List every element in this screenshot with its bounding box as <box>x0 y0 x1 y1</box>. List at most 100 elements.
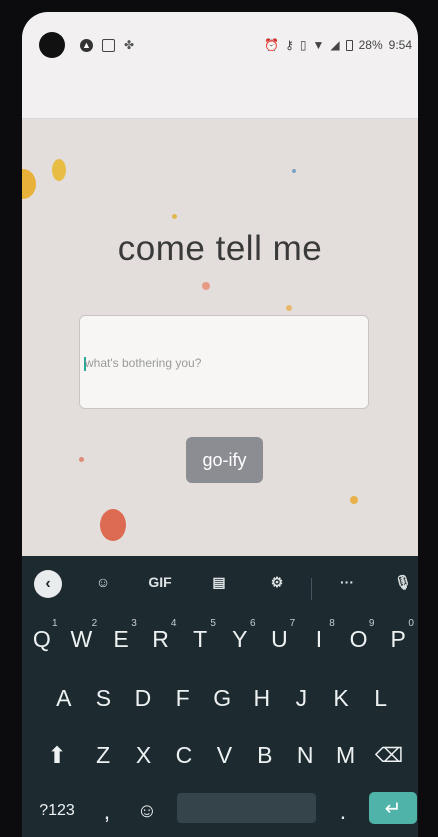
paint-splatter <box>79 457 84 462</box>
front-camera <box>39 32 65 58</box>
key-label: T <box>193 625 208 652</box>
go-ify-button[interactable]: go-ify <box>186 437 263 483</box>
key-x[interactable]: X <box>123 730 163 780</box>
space-key[interactable] <box>177 793 316 823</box>
key-label: R <box>152 625 169 652</box>
key-f[interactable]: F <box>163 673 203 723</box>
key-r[interactable]: R4 <box>141 614 181 664</box>
symbols-key[interactable]: ?123 <box>32 786 82 836</box>
gear-icon[interactable]: ⚙ <box>262 564 292 600</box>
key-z[interactable]: Z <box>83 730 123 780</box>
fan-icon: ✤ <box>124 38 135 52</box>
key-label: P <box>390 625 406 652</box>
key-p[interactable]: P0 <box>378 614 418 664</box>
key-j[interactable]: J <box>282 673 322 723</box>
sticker-icon[interactable]: ☺ <box>88 564 118 600</box>
system-icons: ⏰ ⚷ ▯ ▼ ◢ 28% 9:54 <box>264 38 412 52</box>
key-v[interactable]: V <box>204 730 244 780</box>
shift-key[interactable]: ⬆ <box>37 730 77 780</box>
mic-icon[interactable]: 🎙 <box>388 564 418 600</box>
key-s[interactable]: S <box>84 673 124 723</box>
bother-input[interactable]: what's bothering you? <box>79 315 369 409</box>
keyboard-toolbar: ‹ ☺ GIF ▤ ⚙ ··· 🎙 <box>22 564 418 600</box>
key-row-3: ⬆ ⌫ ZXCVBNM <box>22 730 418 780</box>
paint-splatter <box>172 214 177 219</box>
key-label: Y <box>232 625 248 652</box>
paint-splatter <box>286 305 292 311</box>
toolbar-divider <box>311 578 312 600</box>
key-g[interactable]: G <box>202 673 242 723</box>
paint-splatter <box>350 496 358 504</box>
key-row-4: ?123 , ☺ . ↵ <box>22 786 418 836</box>
key-hint-number: 9 <box>368 618 375 629</box>
key-d[interactable]: D <box>123 673 163 723</box>
paint-splatter <box>52 159 66 181</box>
key-u[interactable]: U7 <box>260 614 300 664</box>
key-t[interactable]: T5 <box>180 614 220 664</box>
clock: 9:54 <box>388 38 412 52</box>
battery-percent: 28% <box>358 38 383 52</box>
key-label: O <box>349 625 368 652</box>
phone-screen: ▲ ✤ ⏰ ⚷ ▯ ▼ ◢ 28% 9:54 come tell me what… <box>22 12 418 837</box>
alarm-icon: ⏰ <box>264 38 280 52</box>
key-b[interactable]: B <box>245 730 285 780</box>
battery-icon <box>345 39 353 51</box>
gif-button[interactable]: GIF <box>142 564 178 600</box>
key-hint-number: 8 <box>329 618 335 629</box>
key-a[interactable]: A <box>44 673 84 723</box>
key-hint-number: 5 <box>210 618 216 629</box>
key-hint-number: 6 <box>250 618 256 629</box>
key-q[interactable]: Q1 <box>22 614 62 664</box>
key-label: I <box>315 625 323 652</box>
key-hint-number: 7 <box>289 618 296 629</box>
input-placeholder: what's bothering you? <box>85 356 202 370</box>
status-bar: ▲ ✤ ⏰ ⚷ ▯ ▼ ◢ 28% 9:54 <box>22 12 418 88</box>
key-w[interactable]: W2 <box>62 614 102 664</box>
key-label: U <box>271 625 288 652</box>
key-label: Q <box>32 625 51 652</box>
more-icon[interactable]: ··· <box>330 564 364 600</box>
key-y[interactable]: Y6 <box>220 614 260 664</box>
key-label: W <box>70 625 93 652</box>
key-c[interactable]: C <box>164 730 204 780</box>
comma-key[interactable]: , <box>92 786 122 836</box>
wifi-icon: ▼ <box>312 38 325 52</box>
notification-icons: ▲ ✤ <box>80 39 137 52</box>
key-hint-number: 4 <box>170 618 177 629</box>
enter-key[interactable]: ↵ <box>369 792 417 824</box>
period-key[interactable]: . <box>326 786 360 836</box>
keyboard-back-button[interactable]: ‹ <box>32 564 64 600</box>
emoji-key[interactable]: ☺ <box>132 786 162 836</box>
keyboard: ‹ ☺ GIF ▤ ⚙ ··· 🎙 Q1W2E3R4T5Y6U7I8O9P0 A… <box>22 556 418 837</box>
paint-splatter <box>100 509 126 541</box>
chevron-left-icon: ‹ <box>34 570 62 598</box>
key-hint-number: 1 <box>52 618 58 629</box>
page-title: come tell me <box>117 229 323 268</box>
vpn-icon: ▲ <box>80 39 93 52</box>
key-o[interactable]: O9 <box>339 614 379 664</box>
key-h[interactable]: H <box>242 673 282 723</box>
key-hint-number: 3 <box>131 618 137 629</box>
key-n[interactable]: N <box>285 730 325 780</box>
key-hint-number: 2 <box>91 618 98 629</box>
clipboard-icon[interactable]: ▤ <box>204 564 234 600</box>
signal-icon: ◢ <box>330 38 340 52</box>
backspace-key[interactable]: ⌫ <box>368 730 410 780</box>
key-i[interactable]: I8 <box>299 614 339 664</box>
vibrate-icon: ▯ <box>299 38 307 52</box>
key-k[interactable]: K <box>321 673 361 723</box>
key-label: E <box>113 625 129 652</box>
key-row-1: Q1W2E3R4T5Y6U7I8O9P0 <box>22 614 418 664</box>
key-row-2: ASDFGHJKL <box>22 673 418 723</box>
key-e[interactable]: E3 <box>101 614 141 664</box>
main-content: come tell me what's bothering you? go-if… <box>22 119 418 556</box>
paint-splatter <box>292 169 296 173</box>
key-l[interactable]: L <box>361 673 401 723</box>
paint-splatter <box>202 282 210 290</box>
key-icon: ⚷ <box>285 38 294 52</box>
paint-splatter <box>22 169 36 199</box>
key-hint-number: 0 <box>408 618 414 629</box>
key-m[interactable]: M <box>325 730 365 780</box>
gallery-icon <box>102 39 115 52</box>
app-bar <box>22 88 418 119</box>
